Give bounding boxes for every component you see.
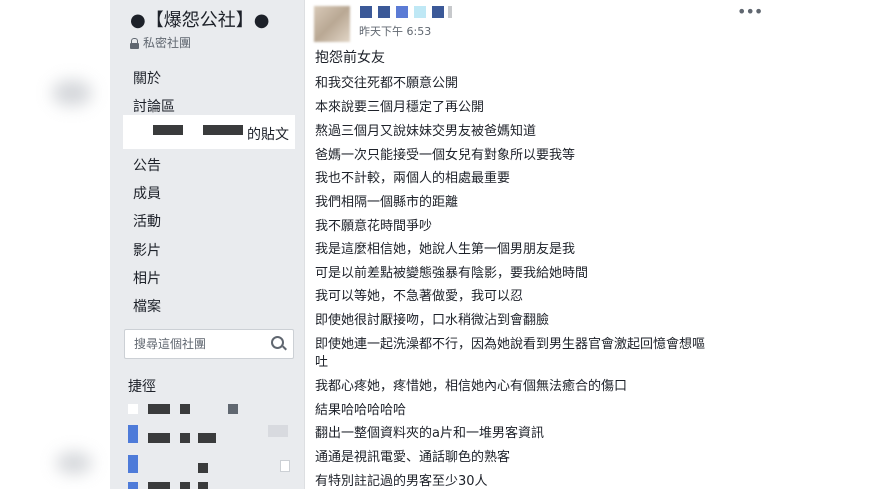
shortcut-badge: [280, 460, 290, 472]
redacted-shortcut[interactable]: [198, 463, 208, 473]
left-background: [0, 0, 110, 489]
redacted-shortcut: [180, 404, 190, 414]
redacted-shortcut[interactable]: [148, 433, 170, 443]
nav-events[interactable]: 活動: [133, 211, 161, 231]
shortcut-thumb: [128, 425, 138, 443]
post-title: 抱怨前女友: [315, 50, 385, 66]
right-background: [761, 0, 870, 489]
redacted-name: [203, 125, 243, 135]
redacted-author: [448, 6, 452, 18]
post-line: 熬過三個月又說妹妹交男友被爸媽知道: [315, 124, 537, 139]
post-line: 翻出一整個資料夾的a片和一堆男客資訊: [315, 426, 544, 441]
nav-member-posts-label: 的貼文: [247, 127, 289, 143]
nav-discussion[interactable]: 討論區: [133, 96, 175, 116]
shortcut-badge: [268, 425, 288, 437]
post-line: 我不願意花時間爭吵: [315, 219, 433, 234]
redacted-shortcut: [198, 433, 216, 443]
post-timestamp[interactable]: 昨天下午 6:53: [359, 23, 431, 39]
post-line: 我也不計較，兩個人的相處最重要: [315, 171, 511, 186]
redacted-author: [378, 6, 390, 18]
post-line: 本來說要三個月穩定了再公開: [315, 100, 485, 115]
post-line: 爸媽一次只能接受一個女兒有對象所以要我等: [315, 148, 576, 163]
privacy-label: 私密社團: [143, 36, 192, 50]
redacted-shortcut: [180, 433, 190, 443]
blurred-shape: [56, 452, 92, 474]
nav-photos[interactable]: 相片: [133, 268, 161, 288]
redacted-shortcut: [180, 482, 190, 489]
shortcut-thumb: [128, 455, 138, 473]
group-search[interactable]: [124, 329, 294, 359]
redacted-name: [153, 125, 183, 135]
shortcuts-heading: 捷徑: [128, 379, 156, 395]
redacted-shortcut: [228, 404, 238, 414]
redacted-author: [396, 6, 408, 18]
redacted-author: [360, 6, 372, 18]
post-line: 我們相隔一個縣市的距離: [315, 195, 459, 210]
post-line: 可是以前差點被變態強暴有陰影，要我給她時間: [315, 266, 589, 281]
nav-members[interactable]: 成員: [133, 183, 161, 203]
shortcut-thumb: [128, 482, 138, 489]
redacted-author: [432, 6, 444, 18]
search-icon[interactable]: [271, 336, 284, 349]
redacted-shortcut[interactable]: [148, 404, 170, 414]
redacted-author: [414, 6, 426, 18]
post-line: 有特別註記過的男客至少30人: [315, 474, 488, 489]
post-line: 結果哈哈哈哈哈: [315, 403, 407, 418]
nav-files[interactable]: 檔案: [133, 296, 161, 316]
post-line: 即使她連一起洗澡都不行，因為她說看到男生器官會激起回憶會想嘔: [315, 337, 706, 352]
author-avatar[interactable]: [314, 6, 350, 42]
nav-videos[interactable]: 影片: [133, 240, 161, 260]
blurred-shape: [52, 80, 92, 106]
group-search-input[interactable]: [132, 336, 266, 352]
post-line: 即使她很討厭接吻，口水稍微沾到會翻臉: [315, 313, 550, 328]
redacted-shortcut[interactable]: [148, 482, 170, 489]
post-line: 和我交往死都不願意公開: [315, 76, 459, 91]
author-name[interactable]: [360, 6, 452, 18]
post-line: 吐: [315, 355, 329, 370]
lock-icon: [130, 37, 139, 49]
group-title[interactable]: ●【爆怨公社】●: [130, 6, 269, 32]
post-line: 通通是視訊電愛、通話聊色的熟客: [315, 450, 511, 465]
post-line: 我是這麼相信她，她說人生第一個男朋友是我: [315, 242, 576, 257]
shortcut-thumb: [128, 404, 138, 414]
nav-member-posts[interactable]: 的貼文: [120, 115, 295, 149]
nav-announcements[interactable]: 公告: [133, 155, 161, 175]
more-options-icon[interactable]: •••: [737, 2, 763, 21]
post-line: 我可以等她，不急著做愛，我可以忍: [315, 289, 524, 304]
post-line: 我都心疼她，疼惜她，相信她內心有個無法癒合的傷口: [315, 379, 628, 394]
nav-about[interactable]: 關於: [133, 68, 161, 88]
redacted-shortcut: [198, 482, 208, 489]
group-privacy: 私密社團: [130, 34, 191, 51]
